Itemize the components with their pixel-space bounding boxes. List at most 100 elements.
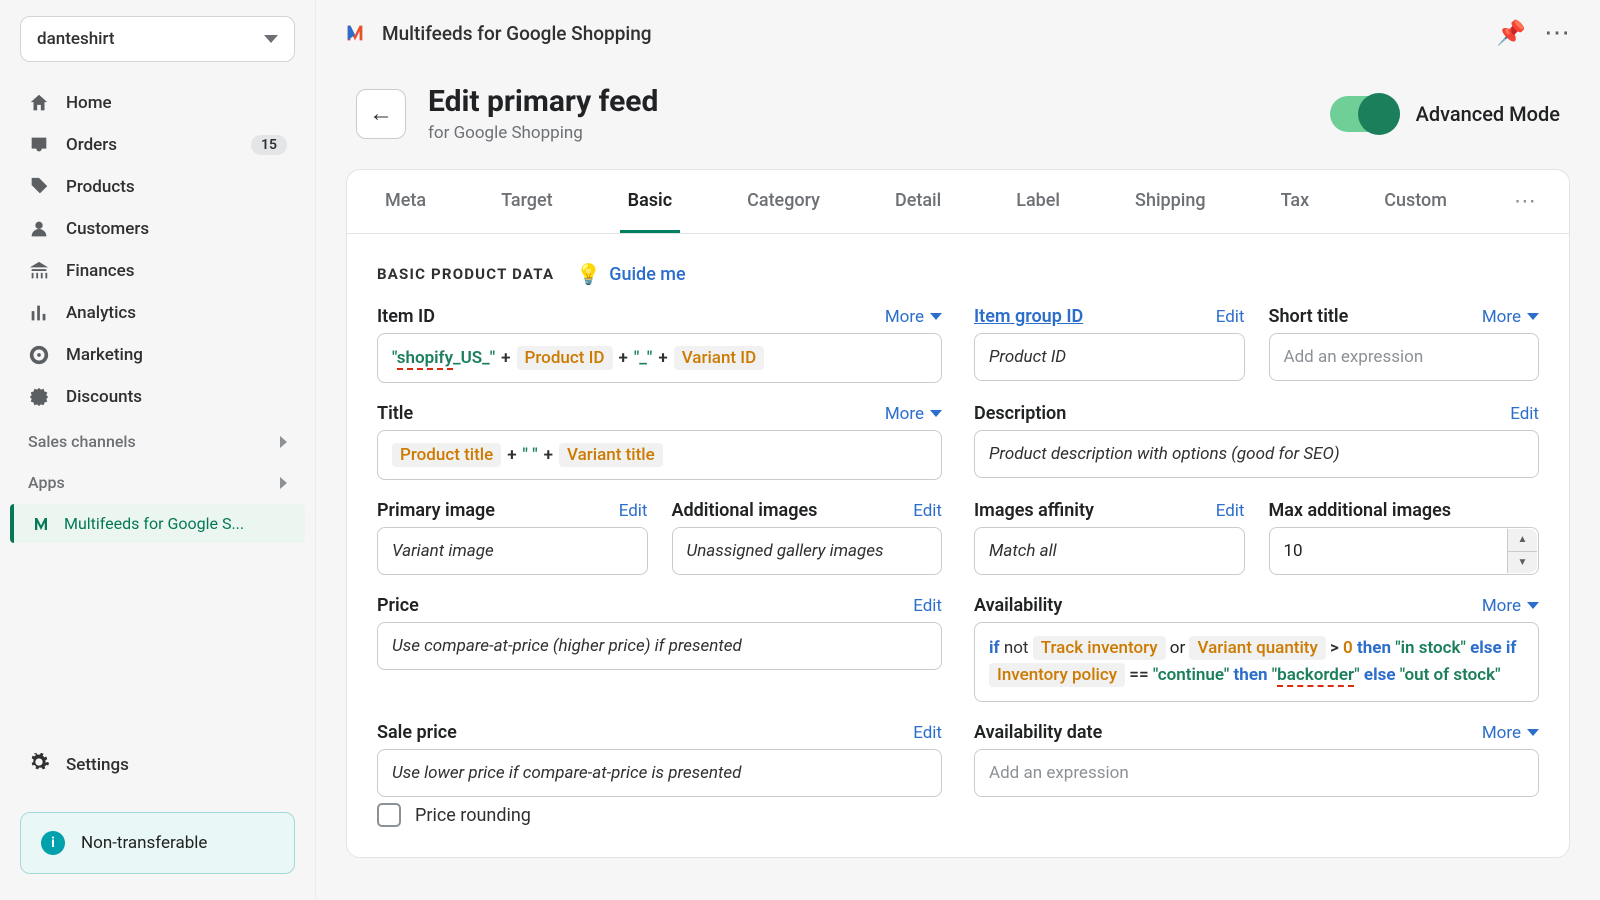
tag-icon	[28, 176, 50, 198]
availability-date-more[interactable]: More	[1482, 723, 1539, 743]
nav-analytics[interactable]: Analytics	[10, 292, 305, 334]
page-subtitle: for Google Shopping	[428, 123, 658, 143]
nav-products[interactable]: Products	[10, 166, 305, 208]
person-icon	[28, 218, 50, 240]
apps-header[interactable]: Apps	[10, 459, 305, 500]
caret-down-icon	[1527, 602, 1539, 609]
tab-meta[interactable]: Meta	[377, 170, 434, 233]
field-availability-date: Availability date More Add an expression	[974, 722, 1539, 827]
item-group-id-input[interactable]: Product ID	[974, 333, 1245, 381]
additional-images-edit[interactable]: Edit	[913, 501, 942, 521]
field-price: Price Edit Use compare-at-price (higher …	[377, 595, 942, 702]
nav-home[interactable]: Home	[10, 82, 305, 124]
topbar: Multifeeds for Google Shopping 📌 ⋯	[316, 0, 1600, 66]
max-additional-images-input[interactable]: 10 ▲ ▼	[1269, 527, 1540, 575]
tab-category[interactable]: Category	[739, 170, 828, 233]
availability-date-input[interactable]: Add an expression	[974, 749, 1539, 797]
store-name: danteshirt	[37, 29, 115, 49]
bars-icon	[28, 302, 50, 324]
title-label: Title	[377, 403, 413, 424]
availability-label: Availability	[974, 595, 1062, 616]
nav-finances[interactable]: Finances	[10, 250, 305, 292]
page-header: ← Edit primary feed for Google Shopping …	[316, 66, 1600, 169]
item-id-more[interactable]: More	[885, 307, 942, 327]
advanced-mode-label: Advanced Mode	[1416, 102, 1560, 126]
nav-marketing[interactable]: Marketing	[10, 334, 305, 376]
description-label: Description	[974, 403, 1066, 424]
title-more[interactable]: More	[885, 404, 942, 424]
guide-me-button[interactable]: 💡 Guide me	[576, 262, 685, 286]
additional-images-input[interactable]: Unassigned gallery images	[672, 527, 943, 575]
field-images-affinity: Images affinity Edit Match all	[974, 500, 1245, 575]
caret-down-icon	[1527, 313, 1539, 320]
primary-image-label: Primary image	[377, 500, 495, 521]
tabs-overflow-icon[interactable]: ⋯	[1514, 189, 1539, 214]
tab-basic[interactable]: Basic	[620, 170, 680, 233]
price-edit[interactable]: Edit	[913, 596, 942, 616]
short-title-more[interactable]: More	[1482, 307, 1539, 327]
price-rounding-checkbox[interactable]	[377, 803, 401, 827]
feed-card: Meta Target Basic Category Detail Label …	[346, 169, 1570, 858]
nav-discounts[interactable]: Discounts	[10, 376, 305, 418]
advanced-mode-toggle-group: Advanced Mode	[1330, 96, 1560, 132]
field-short-title: Short title More Add an expression	[1269, 306, 1540, 383]
images-affinity-input[interactable]: Match all	[974, 527, 1245, 575]
nav-orders[interactable]: Orders15	[10, 124, 305, 166]
field-availability: Availability More if not Track inventory…	[974, 595, 1539, 702]
multifeeds-logo-icon	[344, 22, 366, 44]
availability-input[interactable]: if not Track inventory or Variant quanti…	[974, 622, 1539, 702]
nav-settings[interactable]: Settings	[10, 739, 305, 790]
primary-image-edit[interactable]: Edit	[619, 501, 648, 521]
stepper-up[interactable]: ▲	[1508, 529, 1537, 552]
lightbulb-icon: 💡	[576, 262, 601, 286]
pin-icon[interactable]: 📌	[1496, 19, 1526, 47]
tab-custom[interactable]: Custom	[1376, 170, 1455, 233]
max-additional-images-label: Max additional images	[1269, 500, 1452, 521]
description-input[interactable]: Product description with options (good f…	[974, 430, 1539, 478]
nav-customers[interactable]: Customers	[10, 208, 305, 250]
item-id-input[interactable]: "shopify_US_"+ Product ID +"_"+ Variant …	[377, 333, 942, 383]
item-group-id-label[interactable]: Item group ID	[974, 306, 1083, 327]
sidebar: danteshirt Home Orders15 Products Custom…	[0, 0, 316, 900]
title-input[interactable]: Product title +" "+ Variant title	[377, 430, 942, 480]
app-multifeeds[interactable]: Multifeeds for Google S...	[10, 504, 305, 543]
number-stepper: ▲ ▼	[1507, 529, 1537, 573]
bank-icon	[28, 260, 50, 282]
item-group-id-edit[interactable]: Edit	[1216, 307, 1245, 327]
inbox-icon	[28, 134, 50, 156]
price-input[interactable]: Use compare-at-price (higher price) if p…	[377, 622, 942, 670]
tab-label[interactable]: Label	[1008, 170, 1068, 233]
tabs: Meta Target Basic Category Detail Label …	[347, 170, 1569, 234]
more-menu-icon[interactable]: ⋯	[1544, 18, 1572, 48]
store-selector[interactable]: danteshirt	[20, 16, 295, 62]
description-edit[interactable]: Edit	[1510, 404, 1539, 424]
short-title-input[interactable]: Add an expression	[1269, 333, 1540, 381]
orders-badge: 15	[251, 135, 287, 155]
app-title: Multifeeds for Google Shopping	[382, 22, 652, 45]
chevron-right-icon	[280, 436, 287, 448]
advanced-mode-toggle[interactable]	[1330, 96, 1400, 132]
caret-down-icon	[930, 313, 942, 320]
back-button[interactable]: ←	[356, 89, 406, 139]
chevron-right-icon	[280, 477, 287, 489]
sale-price-edit[interactable]: Edit	[913, 723, 942, 743]
primary-image-input[interactable]: Variant image	[377, 527, 648, 575]
field-max-additional-images: Max additional images 10 ▲ ▼	[1269, 500, 1540, 575]
additional-images-label: Additional images	[672, 500, 818, 521]
field-item-id: Item ID More "shopify_US_"+ Product ID +…	[377, 306, 942, 383]
tab-detail[interactable]: Detail	[887, 170, 949, 233]
field-primary-image: Primary image Edit Variant image	[377, 500, 648, 575]
info-icon: i	[41, 831, 65, 855]
sale-price-input[interactable]: Use lower price if compare-at-price is p…	[377, 749, 942, 797]
field-additional-images: Additional images Edit Unassigned galler…	[672, 500, 943, 575]
sales-channels-header[interactable]: Sales channels	[10, 418, 305, 459]
tab-tax[interactable]: Tax	[1273, 170, 1318, 233]
images-affinity-edit[interactable]: Edit	[1216, 501, 1245, 521]
stepper-down[interactable]: ▼	[1508, 552, 1537, 574]
tab-shipping[interactable]: Shipping	[1127, 170, 1214, 233]
primary-nav: Home Orders15 Products Customers Finance…	[10, 82, 305, 418]
caret-down-icon	[1527, 729, 1539, 736]
short-title-label: Short title	[1269, 306, 1349, 327]
availability-more[interactable]: More	[1482, 596, 1539, 616]
tab-target[interactable]: Target	[493, 170, 561, 233]
